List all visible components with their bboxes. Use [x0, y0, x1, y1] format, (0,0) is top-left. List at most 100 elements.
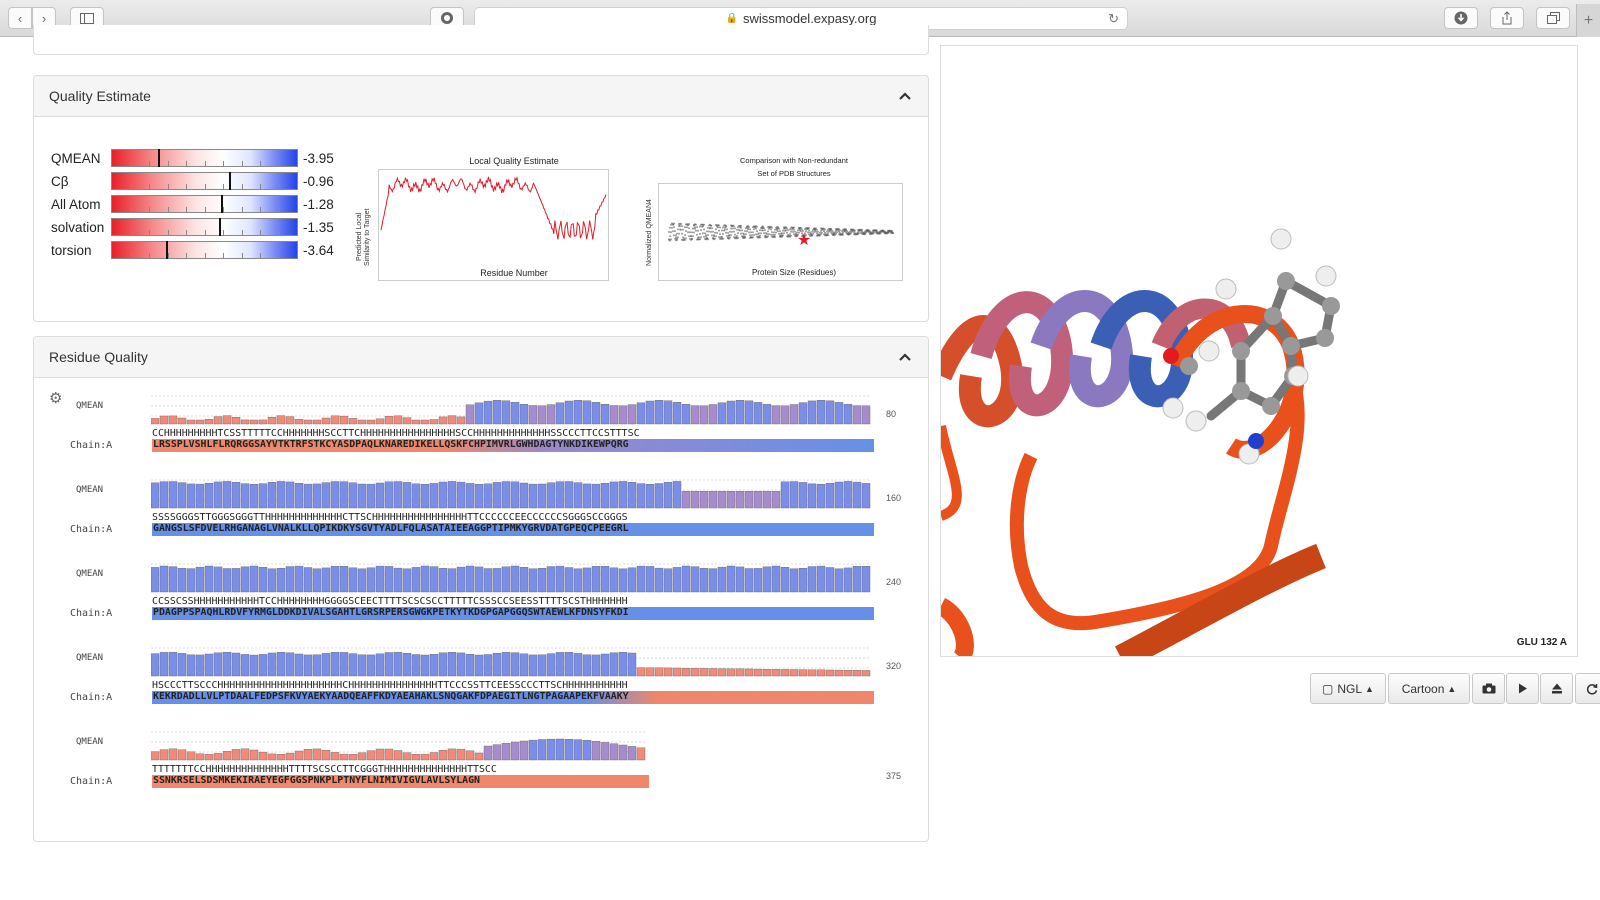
residue-quality-bar[interactable] [168, 748, 178, 761]
residue-quality-bar[interactable] [357, 654, 367, 677]
residue-quality-bar[interactable] [762, 669, 772, 677]
residue-quality-bar[interactable] [285, 416, 295, 425]
engine-dropdown[interactable]: ▢ NGL ▲ [1310, 673, 1386, 704]
residue-quality-bar[interactable] [465, 483, 475, 509]
residue-quality-bar[interactable] [681, 490, 691, 509]
residue-quality-bar[interactable] [375, 482, 385, 509]
residue-quality-bar[interactable] [573, 482, 583, 509]
residue-quality-bar[interactable] [312, 568, 322, 593]
residue-sequence[interactable]: GANGSLSFDVELRHGANAGLVNALKLLQPIKDKYSGVTYA… [152, 523, 874, 536]
residue-quality-bar[interactable] [168, 652, 178, 677]
residue-quality-bar[interactable] [618, 405, 628, 425]
residue-quality-bar[interactable] [357, 483, 367, 509]
residue-quality-bar[interactable] [672, 567, 682, 593]
residue-quality-bar[interactable] [456, 416, 466, 425]
residue-quality-bar[interactable] [339, 753, 349, 761]
residue-quality-bar[interactable] [618, 744, 628, 761]
tabs-icon[interactable] [1536, 7, 1570, 29]
residue-quality-bar[interactable] [213, 753, 223, 761]
residue-quality-bar[interactable] [213, 481, 223, 509]
residue-quality-bar[interactable] [420, 654, 430, 677]
residue-quality-bar[interactable] [636, 747, 646, 761]
residue-quality-bar[interactable] [636, 565, 646, 593]
residue-quality-bar[interactable] [807, 566, 817, 593]
residue-quality-bar[interactable] [573, 568, 583, 593]
residue-quality-bar[interactable] [726, 490, 736, 509]
residue-quality-bar[interactable] [438, 416, 448, 425]
residue-quality-bar[interactable] [438, 750, 448, 761]
residue-quality-bar[interactable] [537, 739, 547, 761]
residue-quality-bar[interactable] [303, 483, 313, 509]
residue-quality-bar[interactable] [348, 418, 358, 425]
residue-quality-bar[interactable] [753, 402, 763, 425]
residue-quality-bar[interactable] [258, 654, 268, 677]
residue-quality-bar[interactable] [366, 654, 376, 677]
residue-quality-bar[interactable] [573, 739, 583, 761]
quality-estimate-header[interactable]: Quality Estimate [34, 76, 928, 117]
residue-quality-bar[interactable] [708, 404, 718, 425]
residue-quality-bar[interactable] [510, 741, 520, 761]
residue-quality-bar[interactable] [195, 566, 205, 593]
residue-quality-bar[interactable] [672, 481, 682, 509]
residue-quality-bar[interactable] [564, 481, 574, 509]
residue-quality-bar[interactable] [555, 481, 565, 509]
residue-quality-bar[interactable] [330, 566, 340, 593]
residue-quality-bar[interactable] [375, 565, 385, 593]
residue-quality-bar[interactable] [600, 482, 610, 509]
residue-quality-bar[interactable] [852, 405, 862, 425]
camera-icon[interactable] [1472, 673, 1505, 704]
residue-quality-bar[interactable] [771, 669, 781, 677]
residue-quality-bar[interactable] [546, 404, 556, 425]
residue-quality-bar[interactable] [807, 483, 817, 509]
residue-quality-bar[interactable] [321, 567, 331, 593]
residue-quality-bar[interactable] [312, 654, 322, 677]
residue-quality-bar[interactable] [312, 483, 322, 509]
residue-quality-bar[interactable] [654, 399, 664, 425]
residue-quality-bar[interactable] [151, 567, 160, 593]
residue-quality-bar[interactable] [420, 419, 430, 425]
residue-quality-bar[interactable] [681, 565, 691, 593]
residue-quality-bar[interactable] [753, 668, 763, 677]
residue-quality-bar[interactable] [591, 483, 601, 509]
residue-quality-bar[interactable] [267, 417, 277, 425]
residue-quality-bar[interactable] [151, 418, 160, 425]
residue-quality-bar[interactable] [591, 566, 601, 593]
residue-quality-bar[interactable] [780, 481, 790, 509]
residue-quality-bar[interactable] [861, 405, 871, 425]
residue-quality-bar[interactable] [555, 738, 565, 761]
residue-quality-bar[interactable] [186, 483, 196, 509]
play-icon[interactable] [1506, 673, 1539, 704]
residue-quality-bar[interactable] [456, 566, 466, 593]
residue-quality-bar[interactable] [834, 481, 844, 509]
residue-quality-bar[interactable] [267, 568, 277, 593]
residue-quality-bar[interactable] [528, 654, 538, 677]
residue-quality-bar[interactable] [816, 399, 826, 425]
residue-quality-bar[interactable] [321, 750, 331, 761]
residue-quality-bar[interactable] [411, 654, 421, 677]
residue-quality-bar[interactable] [564, 652, 574, 677]
residue-quality-bar[interactable] [258, 483, 268, 509]
residue-quality-bar[interactable] [294, 482, 304, 509]
residue-quality-bar[interactable] [357, 568, 367, 593]
residue-quality-bar[interactable] [501, 566, 511, 593]
residue-quality-bar[interactable] [168, 481, 178, 509]
residue-quality-bar[interactable] [663, 568, 673, 593]
residue-quality-bar[interactable] [411, 483, 421, 509]
residue-quality-bar[interactable] [492, 482, 502, 509]
residue-quality-bar[interactable] [285, 481, 295, 509]
residue-quality-bar[interactable] [447, 568, 457, 593]
residue-quality-bar[interactable] [537, 654, 547, 677]
residue-quality-bar[interactable] [276, 415, 286, 425]
residue-quality-bar[interactable] [474, 402, 484, 425]
residue-quality-bar[interactable] [600, 742, 610, 761]
residue-quality-bar[interactable] [159, 415, 169, 425]
residue-quality-bar[interactable] [429, 483, 439, 509]
residue-quality-bar[interactable] [375, 748, 385, 761]
residue-quality-bar[interactable] [195, 483, 205, 509]
residue-quality-bar[interactable] [708, 490, 718, 509]
residue-quality-bar[interactable] [789, 568, 799, 593]
residue-quality-bar[interactable] [483, 654, 493, 677]
residue-quality-bar[interactable] [816, 669, 826, 677]
residue-quality-bar[interactable] [213, 652, 223, 677]
residue-quality-bar[interactable] [222, 481, 232, 509]
